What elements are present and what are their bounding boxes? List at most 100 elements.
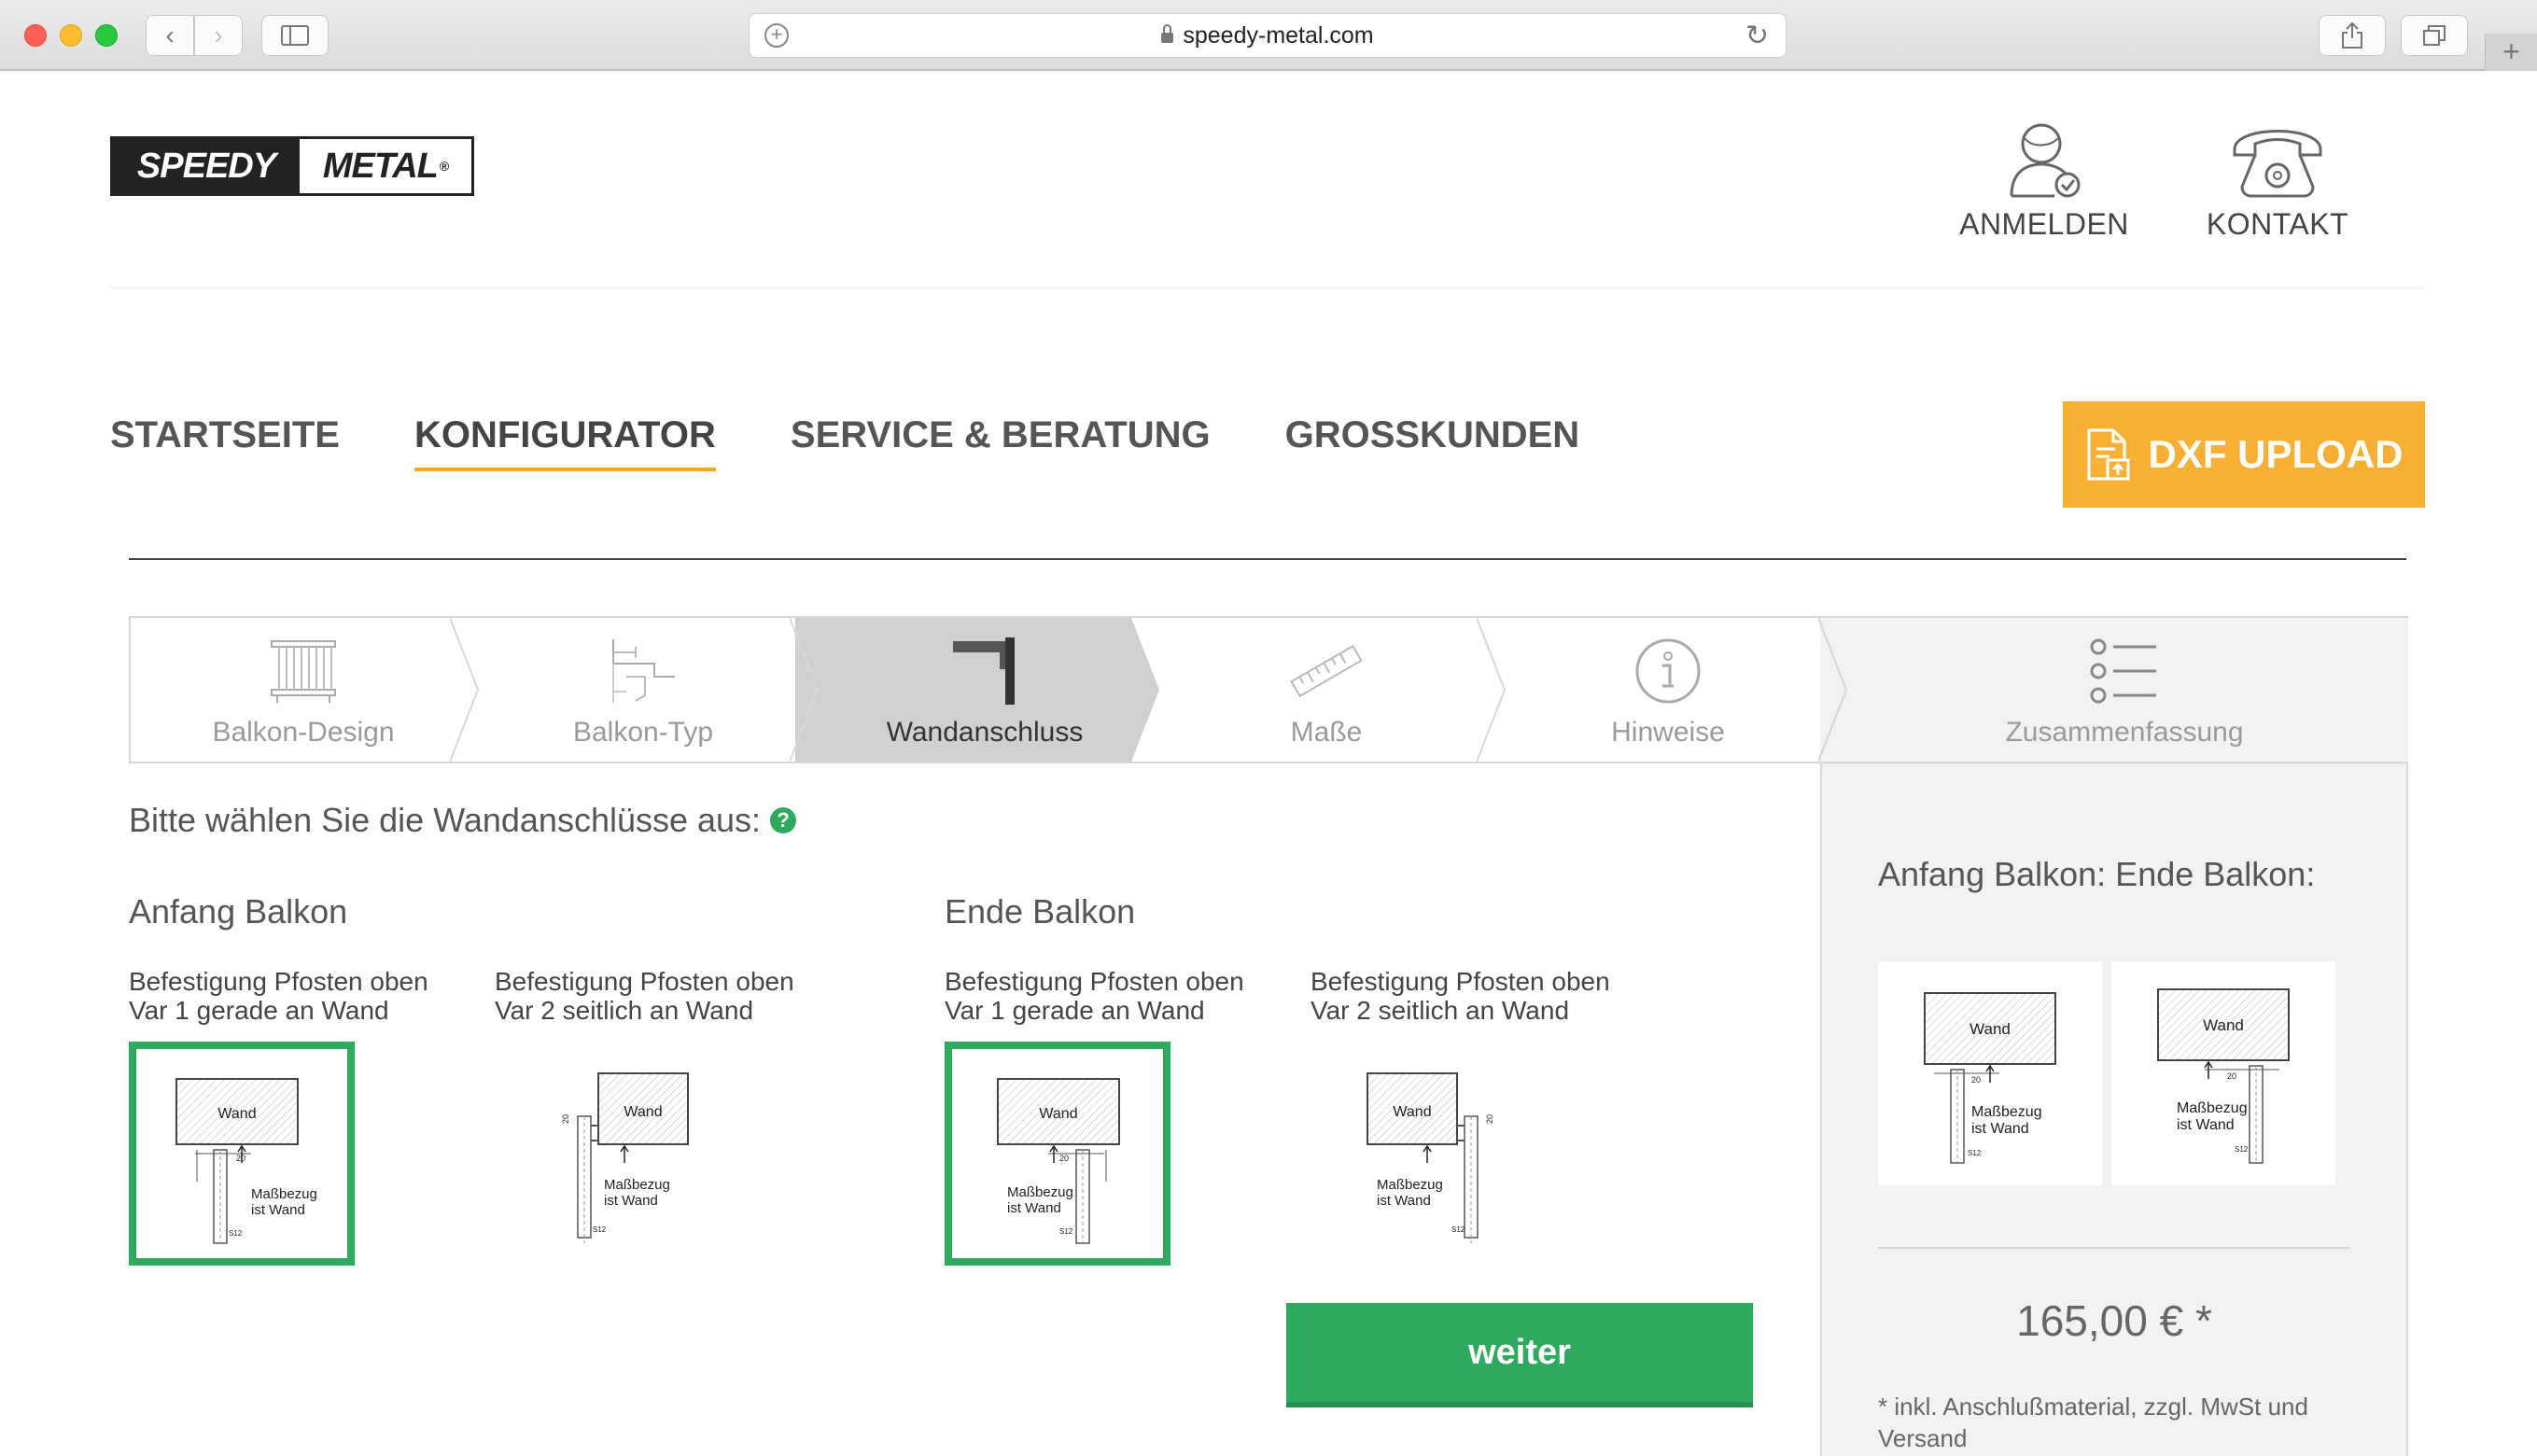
sidebar-toggle-button[interactable]: [261, 15, 329, 56]
mounting-drawing-side: Wand 20 Maßbezug ist Wand S12: [1367, 1072, 1494, 1243]
nav-startseite[interactable]: STARTSEITE: [110, 414, 340, 471]
share-icon: [2342, 21, 2362, 49]
wall-label: Wand: [217, 1106, 256, 1122]
new-tab-button[interactable]: +: [2485, 34, 2537, 71]
dimension-label: S12: [593, 1225, 607, 1234]
minimize-window-button[interactable]: [60, 24, 82, 47]
logo-speedy: SPEEDY: [113, 139, 300, 193]
step-wandanschluss[interactable]: Wandanschluss: [814, 618, 1156, 762]
mounting-drawing-side: Wand 20 Maßbezug ist Wand S12: [561, 1072, 689, 1243]
summary-start-thumbnail: Wand 20 Maßbezug ist Wand S12: [1878, 961, 2102, 1185]
dimension-label: S12: [229, 1229, 243, 1238]
url-text: speedy-metal.com: [1183, 21, 1374, 49]
help-icon[interactable]: ?: [770, 807, 797, 833]
nav-grosskunden[interactable]: GROSSKUNDEN: [1285, 414, 1580, 471]
main-navigation: STARTSEITE KONFIGURATOR SERVICE & BERATU…: [110, 414, 1654, 471]
step-label: Balkon-Typ: [572, 717, 714, 748]
mounting-drawing-straight: Wand 20 Maßbezug ist Wand S12: [997, 1078, 1120, 1244]
nav-service-beratung[interactable]: SERVICE & BERATUNG: [791, 414, 1211, 471]
share-button[interactable]: [2319, 15, 2386, 56]
close-window-button[interactable]: [24, 24, 47, 47]
mounting-drawing-straight: Wand 20 Maßbezug ist Wand S12: [2157, 988, 2290, 1164]
option-start-var2[interactable]: Wand 20 Maßbezug ist Wand S12: [495, 1042, 721, 1266]
configurator-steps: Balkon-Design Balkon-Typ Wandanschluss M…: [129, 616, 2408, 763]
balcony-type-icon: [612, 639, 675, 703]
reference-label-2: ist Wand: [1971, 1121, 2029, 1137]
step-label: Zusammenfassung: [2005, 717, 2244, 748]
step-hinweise[interactable]: Hinweise: [1499, 618, 1837, 762]
dxf-upload-button[interactable]: DXF UPLOAD: [2063, 401, 2425, 508]
forward-button[interactable]: ›: [194, 15, 243, 56]
logo-registered-mark: ®: [439, 159, 449, 174]
summary-panel: Anfang Balkon: Ende Balkon: Wand 20 Maßb…: [1820, 763, 2408, 1456]
reference-label-1: Maßbezug: [251, 1186, 317, 1202]
address-bar[interactable]: + speedy-metal.com ↻: [749, 13, 1787, 58]
reference-label-1: Maßbezug: [2177, 1100, 2248, 1116]
step-zusammenfassung[interactable]: Zusammenfassung: [1841, 618, 2408, 762]
lock-icon: [1161, 23, 1174, 43]
reference-label-1: Maßbezug: [1007, 1184, 1073, 1200]
reference-label-1: Maßbezug: [604, 1177, 670, 1193]
wall-label: Wand: [624, 1104, 662, 1120]
reference-label-2: ist Wand: [1377, 1193, 1431, 1209]
reference-label-2: ist Wand: [604, 1193, 658, 1209]
step-label: Maße: [1290, 717, 1363, 748]
price-note: * inkl. Anschlußmaterial, zzgl. MwSt und…: [1878, 1393, 2308, 1452]
dimension-label: 20: [1059, 1154, 1069, 1163]
list-icon: [2090, 638, 2156, 704]
contact-link[interactable]: KONTAKT: [2184, 116, 2371, 242]
tabs-icon: [2423, 25, 2446, 46]
mounting-drawing-straight: Wand 20 Maßbezug ist Wand S12: [1924, 992, 2056, 1164]
wall-label: Wand: [1039, 1106, 1077, 1122]
step-label: Balkon-Design: [212, 717, 395, 748]
info-icon: [1635, 638, 1701, 704]
step-balkon-design[interactable]: Balkon-Design: [131, 618, 476, 762]
reference-label-2: ist Wand: [2177, 1117, 2235, 1133]
login-link[interactable]: ANMELDEN: [1951, 116, 2138, 242]
user-check-icon: [2010, 123, 2081, 198]
wall-label: Wand: [1969, 1020, 2011, 1038]
option-label-line1: Befestigung Pfosten oben: [945, 967, 1244, 996]
back-button[interactable]: ‹: [146, 15, 194, 56]
chevron-right-icon: ›: [214, 21, 223, 49]
railing-icon: [271, 640, 336, 703]
zoom-window-button[interactable]: [95, 24, 118, 47]
ruler-icon: [1290, 644, 1363, 698]
header-divider: [110, 287, 2425, 288]
dimension-label: 20: [2227, 1071, 2236, 1081]
sidebar-icon: [281, 25, 309, 46]
summary-end-thumbnail: Wand 20 Maßbezug ist Wand S12: [2111, 961, 2335, 1185]
show-tabs-button[interactable]: [2401, 15, 2468, 56]
add-bookmark-icon[interactable]: +: [764, 23, 789, 48]
dimension-label: S12: [1059, 1227, 1073, 1236]
option-label-line1: Befestigung Pfosten oben: [129, 967, 428, 996]
option-label: Befestigung Pfosten oben Var 1 gerade an…: [129, 967, 428, 1025]
option-label: Befestigung Pfosten oben Var 2 seitlich …: [495, 967, 794, 1025]
option-label-line2: Var 2 seitlich an Wand: [495, 996, 754, 1025]
nav-divider: [129, 558, 2406, 560]
option-label: Befestigung Pfosten oben Var 2 seitlich …: [1311, 967, 1610, 1025]
reload-icon[interactable]: ↻: [1745, 20, 1769, 52]
option-start-var1[interactable]: Wand 20 Maßbezug ist Wand S12: [129, 1042, 355, 1266]
summary-divider: [1878, 1247, 2350, 1249]
option-label: Befestigung Pfosten oben Var 1 gerade an…: [945, 967, 1244, 1025]
wall-mount-icon: [953, 637, 1015, 705]
step-balkon-typ[interactable]: Balkon-Typ: [472, 618, 814, 762]
start-balcony-title: Anfang Balkon: [129, 892, 348, 931]
option-label-line2: Var 2 seitlich an Wand: [1311, 996, 1570, 1025]
nav-konfigurator[interactable]: KONFIGURATOR: [413, 414, 716, 471]
logo-metal: METAL ®: [300, 139, 471, 193]
option-label-line1: Befestigung Pfosten oben: [1311, 967, 1610, 996]
mounting-drawing-straight: Wand 20 Maßbezug ist Wand S12: [175, 1078, 317, 1244]
reference-label-2: ist Wand: [1007, 1200, 1061, 1216]
site-logo[interactable]: SPEEDY METAL ®: [110, 136, 474, 196]
option-end-var1[interactable]: Wand 20 Maßbezug ist Wand S12: [945, 1042, 1170, 1266]
step-masse[interactable]: Maße: [1157, 618, 1495, 762]
option-label-line2: Var 1 gerade an Wand: [129, 996, 389, 1025]
wall-connection-question: Bitte wählen Sie die Wandanschlüsse aus:…: [129, 801, 797, 840]
logo-metal-text: METAL: [322, 146, 439, 186]
option-end-var2[interactable]: Wand 20 Maßbezug ist Wand S12: [1311, 1042, 1536, 1266]
next-button[interactable]: weiter: [1286, 1303, 1753, 1407]
dimension-label: 20: [1971, 1075, 1981, 1085]
document-upload-icon: [2087, 428, 2129, 481]
